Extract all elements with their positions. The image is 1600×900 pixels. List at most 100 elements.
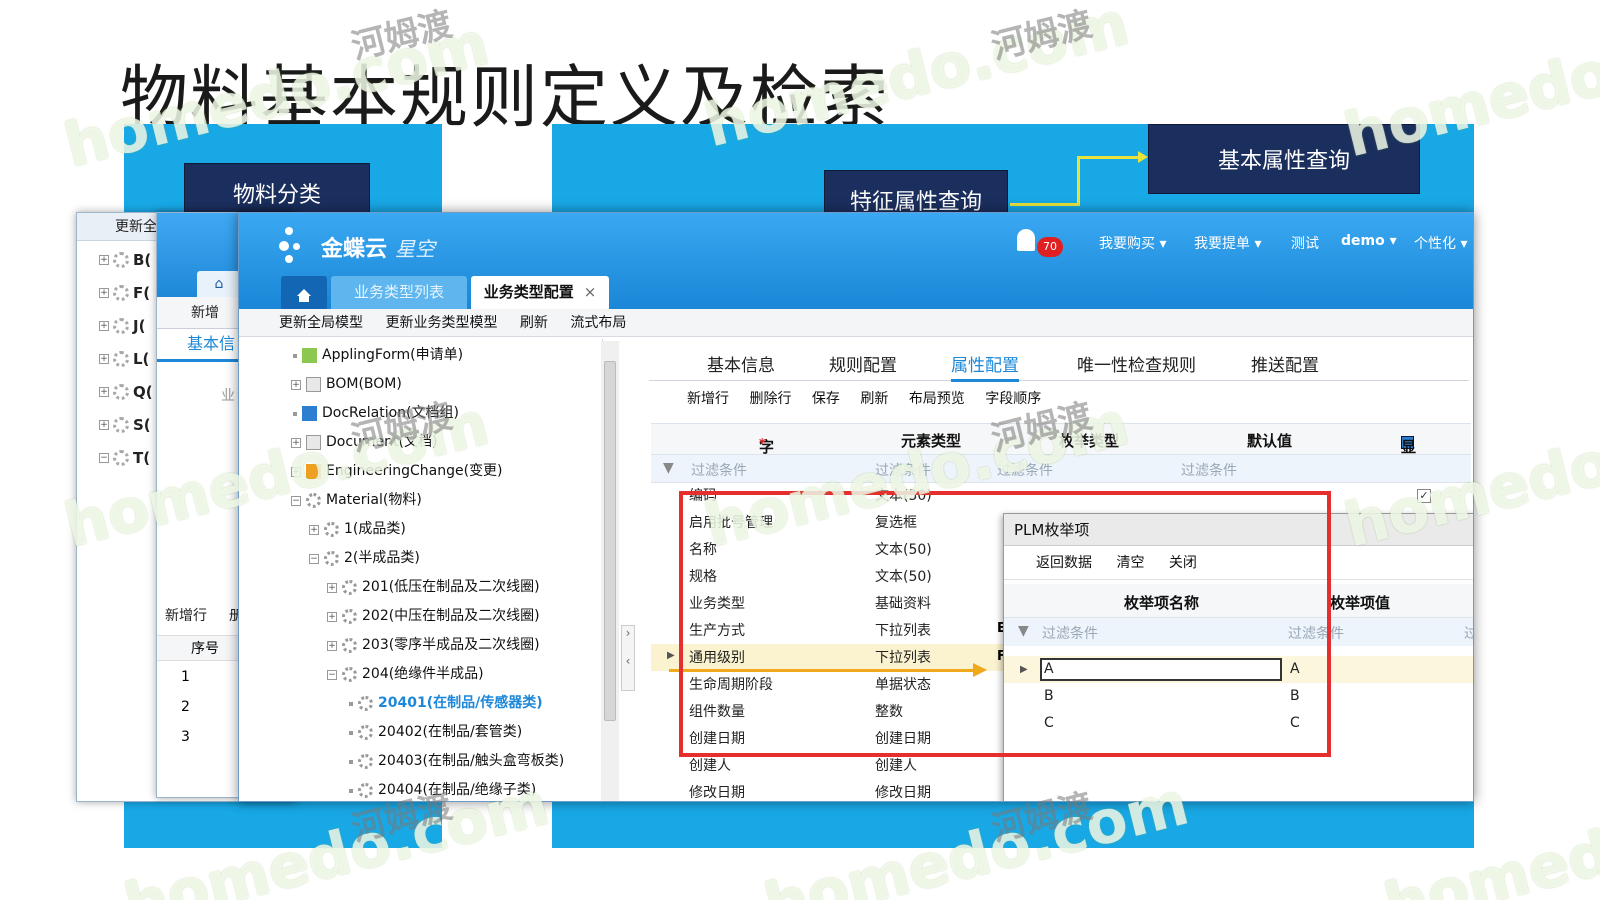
col-enum-value[interactable]: 枚举项值 [1330,592,1390,613]
notification-badge: 70 [1037,237,1063,257]
table-row[interactable]: 2 [181,699,190,715]
refresh-button[interactable]: 刷新 [520,315,548,331]
collapse-icon[interactable]: − [99,453,109,463]
slide: 物料基本规则定义及检索 物料分类 特征属性查询 基本属性查询 更新全 + B( +… [0,0,1600,900]
panel-collapse-handle[interactable]: › ‹ [621,625,635,691]
expand-icon: + [291,379,301,390]
home-tab[interactable]: ⌂ [197,271,241,297]
gear-icon [342,580,357,595]
grid-row[interactable]: 修改日期 修改日期 [689,780,1009,801]
nav-personalize[interactable]: 个性化 ▾ [1414,233,1467,253]
logo-icon [279,227,313,267]
tab-business-type-list[interactable]: 业务类型列表 [331,276,467,309]
gear-icon [358,696,373,711]
tab-push-config[interactable]: 推送配置 [1251,351,1319,376]
tab-business-type-config[interactable]: 业务类型配置 × [471,276,609,309]
expand-icon[interactable]: + [99,321,109,331]
tree-node[interactable]: + B( [99,251,151,269]
flow-layout-button[interactable]: 流式布局 [570,315,626,331]
table-row[interactable]: 1 [181,669,190,685]
grid-row[interactable]: 创建人 创建人 [689,753,1009,780]
update-business-model-button[interactable]: 更新业务类型模型 [385,315,497,331]
filter-input[interactable]: 过滤条件 [1181,460,1237,480]
brand-subtitle: 星空 [395,236,436,261]
folder-icon [302,406,317,421]
tree-node-20402[interactable]: 20402(在制品/套管类) [349,718,522,747]
tree-node[interactable]: − T( [99,449,150,467]
add-row-button[interactable]: 新增行 [687,391,729,407]
home-icon: ⌂ [214,276,224,292]
filter-input[interactable]: 过滤条件 [691,460,747,480]
tree-node[interactable]: + S( [99,416,151,434]
expand-icon[interactable]: + [99,288,109,298]
tree-node[interactable]: + J( [99,317,145,335]
gear-icon [113,318,129,334]
row-pointer-icon: ▶ [667,650,675,661]
expand-icon: + [327,640,337,651]
bell-icon[interactable] [1017,229,1035,251]
nav-test[interactable]: 测试 [1291,233,1319,253]
flow-connector [1077,156,1080,204]
expand-icon[interactable]: + [99,420,109,430]
table-row[interactable]: 3 [181,729,190,745]
flow-connector [1010,203,1080,206]
tree-node[interactable]: + L( [99,350,149,368]
nav-submit[interactable]: 我要提单 ▾ [1194,233,1261,253]
expand-icon[interactable]: + [99,354,109,364]
main-toolbar: 更新全局模型 更新业务类型模型 刷新 流式布局 [239,309,1473,337]
filter-input[interactable]: 过 [1464,623,1473,643]
tab-attribute-config[interactable]: 属性配置 [951,351,1019,382]
expand-icon: + [327,582,337,593]
update-global-model-button[interactable]: 更新全局模型 [279,315,363,331]
tree-node-label: J( [133,317,146,335]
collapse-icon: − [309,553,319,564]
tree-node-202[interactable]: +202(中压在制品及二次线圈) [327,602,540,631]
tree-node[interactable]: + Q( [99,383,153,401]
tree-node-bom[interactable]: + BOM(BOM) [291,370,402,399]
document-icon [306,377,321,392]
tree-node-finished[interactable]: +1(成品类) [309,515,406,544]
close-icon[interactable]: × [584,283,597,301]
tree-node-label: Q( [133,383,153,401]
add-row-button[interactable]: 新增行 [165,605,207,625]
tree-node-203[interactable]: +203(零序半成品及二次线圈) [327,631,540,660]
partial-label: 业 [221,388,235,404]
gear-icon [113,252,129,268]
tree-node-201[interactable]: +201(低压在制品及二次线圈) [327,573,540,602]
gear-icon [113,384,129,400]
gear-icon [342,667,357,682]
tab-rule-config[interactable]: 规则配置 [829,351,897,376]
col-default[interactable]: 默认值 [1247,430,1292,451]
gear-icon [113,450,129,466]
gear-icon [113,351,129,367]
nav-user[interactable]: demo ▾ [1341,233,1397,249]
tree-node-20401[interactable]: 20401(在制品/传感器类) [349,689,543,718]
tab-basic-info[interactable]: 基本信息 [707,351,775,376]
gear-icon [358,754,373,769]
home-tab[interactable] [281,276,327,309]
brand-name: 金蝶云 [321,237,388,262]
expand-icon[interactable]: + [99,387,109,397]
tree-node[interactable]: + F( [99,284,150,302]
tree-node-label: F( [133,284,151,302]
tree-node-applingform[interactable]: ApplingForm(申请单) [293,341,463,370]
app-header: 金蝶云 星空 70 我要购买 ▾ 我要提单 ▾ 测试 demo ▾ 个性化 ▾ … [239,213,1473,309]
tree-node-label: B( [133,251,152,269]
flow-arrow-icon [1138,151,1148,163]
expand-icon: + [327,611,337,622]
gear-icon [342,609,357,624]
layout-preview-button[interactable]: 布局预览 [909,391,965,407]
refresh-button[interactable]: 刷新 [860,391,888,407]
scrollbar-thumb[interactable] [604,361,616,721]
tree-node-semi-finished[interactable]: −2(半成品类) [309,544,420,573]
tree-node-label: T( [133,449,151,467]
tab-uniqueness-rule[interactable]: 唯一性检查规则 [1077,351,1196,376]
flow-connector [1077,156,1143,159]
app-logo: 金蝶云 星空 [279,227,435,267]
save-button[interactable]: 保存 [812,391,840,407]
gear-icon [324,551,339,566]
tree-node-204[interactable]: −204(绝缘件半成品) [327,660,484,689]
delete-row-button[interactable]: 删除行 [749,391,791,407]
expand-icon[interactable]: + [99,255,109,265]
nav-buy[interactable]: 我要购买 ▾ [1099,233,1166,253]
